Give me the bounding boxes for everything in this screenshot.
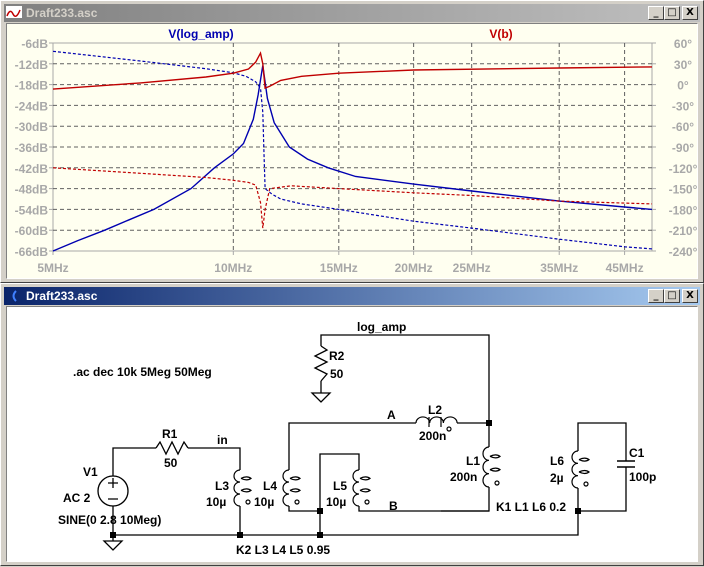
resistor-r2 <box>313 345 329 382</box>
l5-value[interactable]: 10µ <box>326 495 346 509</box>
l5-name[interactable]: L5 <box>333 479 347 493</box>
x-tick-label: 25MHz <box>453 261 491 275</box>
trace-v-log-amp-magnitude <box>52 65 653 252</box>
x-tick-label: 5MHz <box>37 261 68 275</box>
phase-dot <box>294 499 300 505</box>
x-tick-label: 45MHz <box>606 261 644 275</box>
l6-name[interactable]: L6 <box>550 454 564 468</box>
y-tick-label-left: -54dB <box>15 203 49 217</box>
inductor-l5 <box>352 469 360 507</box>
trace-v-b-magnitude <box>52 51 653 90</box>
l2-value[interactable]: 200n <box>419 429 446 443</box>
y-tick-label-left: -12dB <box>15 58 49 72</box>
l4-value[interactable]: 10µ <box>254 495 274 509</box>
coil-loop <box>240 488 253 493</box>
y-tick-label-right: 30° <box>674 58 692 72</box>
coil-loop <box>289 476 302 481</box>
trace-label-vb[interactable]: V(b) <box>489 27 512 41</box>
inductor-l3 <box>233 469 241 507</box>
v1-name[interactable]: V1 <box>83 465 98 479</box>
y-tick-label-left: -18dB <box>15 79 49 93</box>
y-tick-label-right: -30° <box>672 99 694 113</box>
v1-value[interactable]: AC 2 <box>63 491 91 505</box>
plot-frame <box>52 42 653 252</box>
c1-name[interactable]: C1 <box>629 446 645 460</box>
v1-sine[interactable]: SINE(0 2.8 10Meg) <box>58 513 161 527</box>
y-tick-label-left: -60dB <box>15 224 49 238</box>
y-tick-label-left: -6dB <box>21 37 48 51</box>
trace-v-log-amp-phase <box>52 50 653 250</box>
net-label-log-amp: log_amp <box>357 320 406 334</box>
phase-dot <box>245 499 251 505</box>
x-tick-label: 20MHz <box>395 261 433 275</box>
l4-name[interactable]: L4 <box>263 479 277 493</box>
l3-name[interactable]: L3 <box>215 479 229 493</box>
coil-loop <box>289 488 302 493</box>
y-tick-label-right: -210° <box>669 224 698 238</box>
coil-loop <box>240 476 253 481</box>
phase-dot <box>494 480 500 486</box>
coupling-k2[interactable]: K2 L3 L4 L5 0.95 <box>236 543 330 557</box>
y-tick-label-right: -180° <box>669 203 698 217</box>
l1-value[interactable]: 200n <box>450 470 477 484</box>
r1-name[interactable]: R1 <box>162 427 178 441</box>
inductor-l6 <box>571 450 579 489</box>
voltage-source-v1 <box>97 475 129 507</box>
plot-window: Draft233.asc _ □ X V(log_amp) V(b) -6dB 6… <box>0 0 704 283</box>
coil-loop <box>489 454 502 459</box>
inductor-l1 <box>482 446 490 488</box>
y-tick-label-right: -120° <box>669 162 698 176</box>
net-label-in: in <box>217 433 228 447</box>
phase-dot <box>364 499 370 505</box>
r2-name[interactable]: R2 <box>329 349 345 363</box>
net-label-a: A <box>387 408 396 422</box>
y-tick-label-right: -150° <box>669 183 698 197</box>
phase-dot <box>583 481 589 487</box>
r1-value[interactable]: 50 <box>164 456 178 470</box>
coupling-k1[interactable]: K1 L1 L6 0.2 <box>496 500 566 514</box>
y-tick-label-left: -66dB <box>15 245 49 259</box>
ground-symbol <box>102 540 124 551</box>
net-label-b: B <box>389 499 398 513</box>
coil-loop <box>359 488 372 493</box>
x-tick-label: 15MHz <box>320 261 358 275</box>
y-tick-label-right: 60° <box>674 37 692 51</box>
coil-loop <box>578 469 591 475</box>
resistor-r1 <box>155 440 189 456</box>
y-tick-label-right: 0° <box>677 79 689 93</box>
y-tick-label-left: -30dB <box>15 120 49 134</box>
y-tick-label-right: -60° <box>672 120 694 134</box>
inductor-l2 <box>415 416 458 424</box>
y-tick-label-right: -240° <box>669 245 698 259</box>
y-tick-label-left: -42dB <box>15 162 49 176</box>
capacitor-c1 <box>617 460 635 468</box>
inductor-l4 <box>282 469 290 507</box>
trace-v-b-phase <box>52 167 653 229</box>
bode-plot[interactable]: V(log_amp) V(b) -6dB 60° -12dB 30° -18dB 0° -2… <box>1 1 704 284</box>
y-tick-label-right: -90° <box>672 141 694 155</box>
y-tick-label-left: -48dB <box>15 183 49 197</box>
ac-directive[interactable]: .ac dec 10k 5Meg 50Meg <box>73 365 212 379</box>
c1-value[interactable]: 100p <box>629 470 656 484</box>
r2-value[interactable]: 50 <box>330 367 344 381</box>
coil-loop <box>428 417 442 427</box>
schematic[interactable]: .ac dec 10k 5Meg 50Meg log_amp in A B R2… <box>1 284 704 567</box>
l1-name[interactable]: L1 <box>466 454 480 468</box>
coil-loop <box>578 457 591 462</box>
phase-dot <box>446 426 452 432</box>
l2-name[interactable]: L2 <box>428 403 442 417</box>
schematic-window: Draft233.asc _ □ X .ac dec 10k 5Meg 50Me… <box>0 283 704 566</box>
ground-symbol <box>310 392 332 403</box>
y-tick-label-left: -24dB <box>15 99 49 113</box>
l6-value[interactable]: 2µ <box>550 471 564 485</box>
l3-value[interactable]: 10µ <box>206 495 226 509</box>
x-tick-label: 35MHz <box>540 261 578 275</box>
x-tick-label: 10MHz <box>214 261 252 275</box>
coil-loop <box>359 476 372 481</box>
y-tick-label-left: -36dB <box>15 141 49 155</box>
coil-loop <box>489 467 502 472</box>
trace-label-log-amp[interactable]: V(log_amp) <box>168 27 233 41</box>
